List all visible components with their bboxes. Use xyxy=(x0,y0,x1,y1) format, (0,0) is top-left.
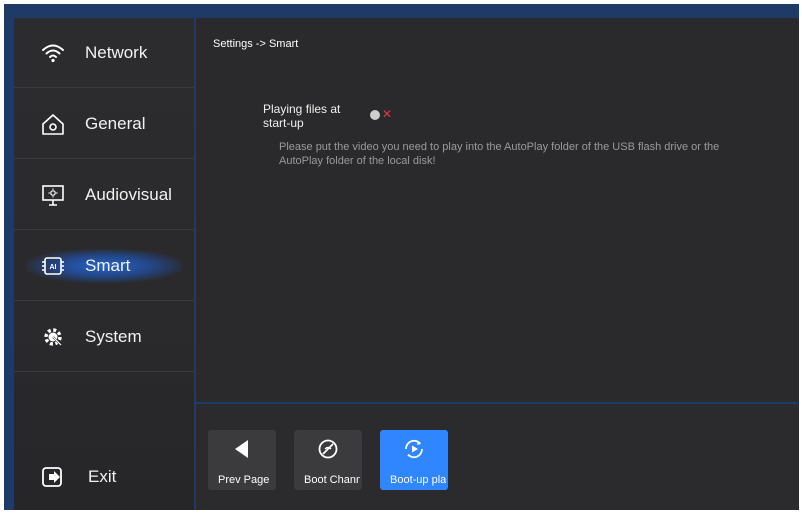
svg-text:AI: AI xyxy=(50,264,57,271)
boot-up-play-button[interactable]: Boot-up play xyxy=(380,430,448,490)
autoplay-hint: Please put the video you need to play in… xyxy=(279,141,720,167)
home-gear-icon xyxy=(40,111,66,137)
sidebar-item-network[interactable]: Network xyxy=(14,18,194,88)
sidebar-item-audiovisual[interactable]: Audiovisual xyxy=(14,160,194,230)
monitor-icon xyxy=(40,182,66,208)
breadcrumb: Settings -> Smart xyxy=(213,38,299,50)
tile-label: Prev Page xyxy=(218,474,270,486)
sidebar-item-label: System xyxy=(85,327,142,346)
no-signal-icon xyxy=(294,438,362,460)
tile-label: Boot-up play xyxy=(390,474,446,486)
left-triangle-icon xyxy=(208,438,276,460)
exit-label: Exit xyxy=(88,467,117,486)
system-gear-icon xyxy=(40,324,66,350)
settings-window: Network General Audiovisual AI Smart Sys… xyxy=(4,4,799,510)
sidebar-item-label: General xyxy=(85,114,146,133)
sidebar-item-general[interactable]: General xyxy=(14,89,194,159)
sidebar-item-smart[interactable]: AI Smart xyxy=(14,231,194,301)
sidebar-item-system[interactable]: System xyxy=(14,302,194,372)
content-panel: Settings -> Smart Playing files at start… xyxy=(196,18,799,402)
tile-label: Boot Channel xyxy=(304,474,360,486)
toggle-knob xyxy=(370,110,380,120)
ai-chip-icon: AI xyxy=(40,253,66,279)
wifi-icon xyxy=(40,40,66,66)
sidebar-item-label: Audiovisual xyxy=(85,185,172,204)
setting-label-playing-files: Playing files at start-up xyxy=(263,102,341,130)
sidebar: Network General Audiovisual AI Smart Sys… xyxy=(14,18,194,510)
exit-icon xyxy=(40,464,66,490)
boot-channel-button[interactable]: Boot Channel xyxy=(294,430,362,490)
sidebar-item-label: Network xyxy=(85,43,148,62)
startup-play-toggle[interactable]: ✕ xyxy=(370,107,400,122)
exit-button[interactable]: Exit xyxy=(14,456,194,500)
prev-page-button[interactable]: Prev Page xyxy=(208,430,276,490)
play-refresh-icon xyxy=(380,438,448,460)
sidebar-item-label: Smart xyxy=(85,256,131,275)
off-x-icon: ✕ xyxy=(382,107,393,121)
bottom-toolbar: Prev Page Boot Channel Boot xyxy=(196,404,799,510)
